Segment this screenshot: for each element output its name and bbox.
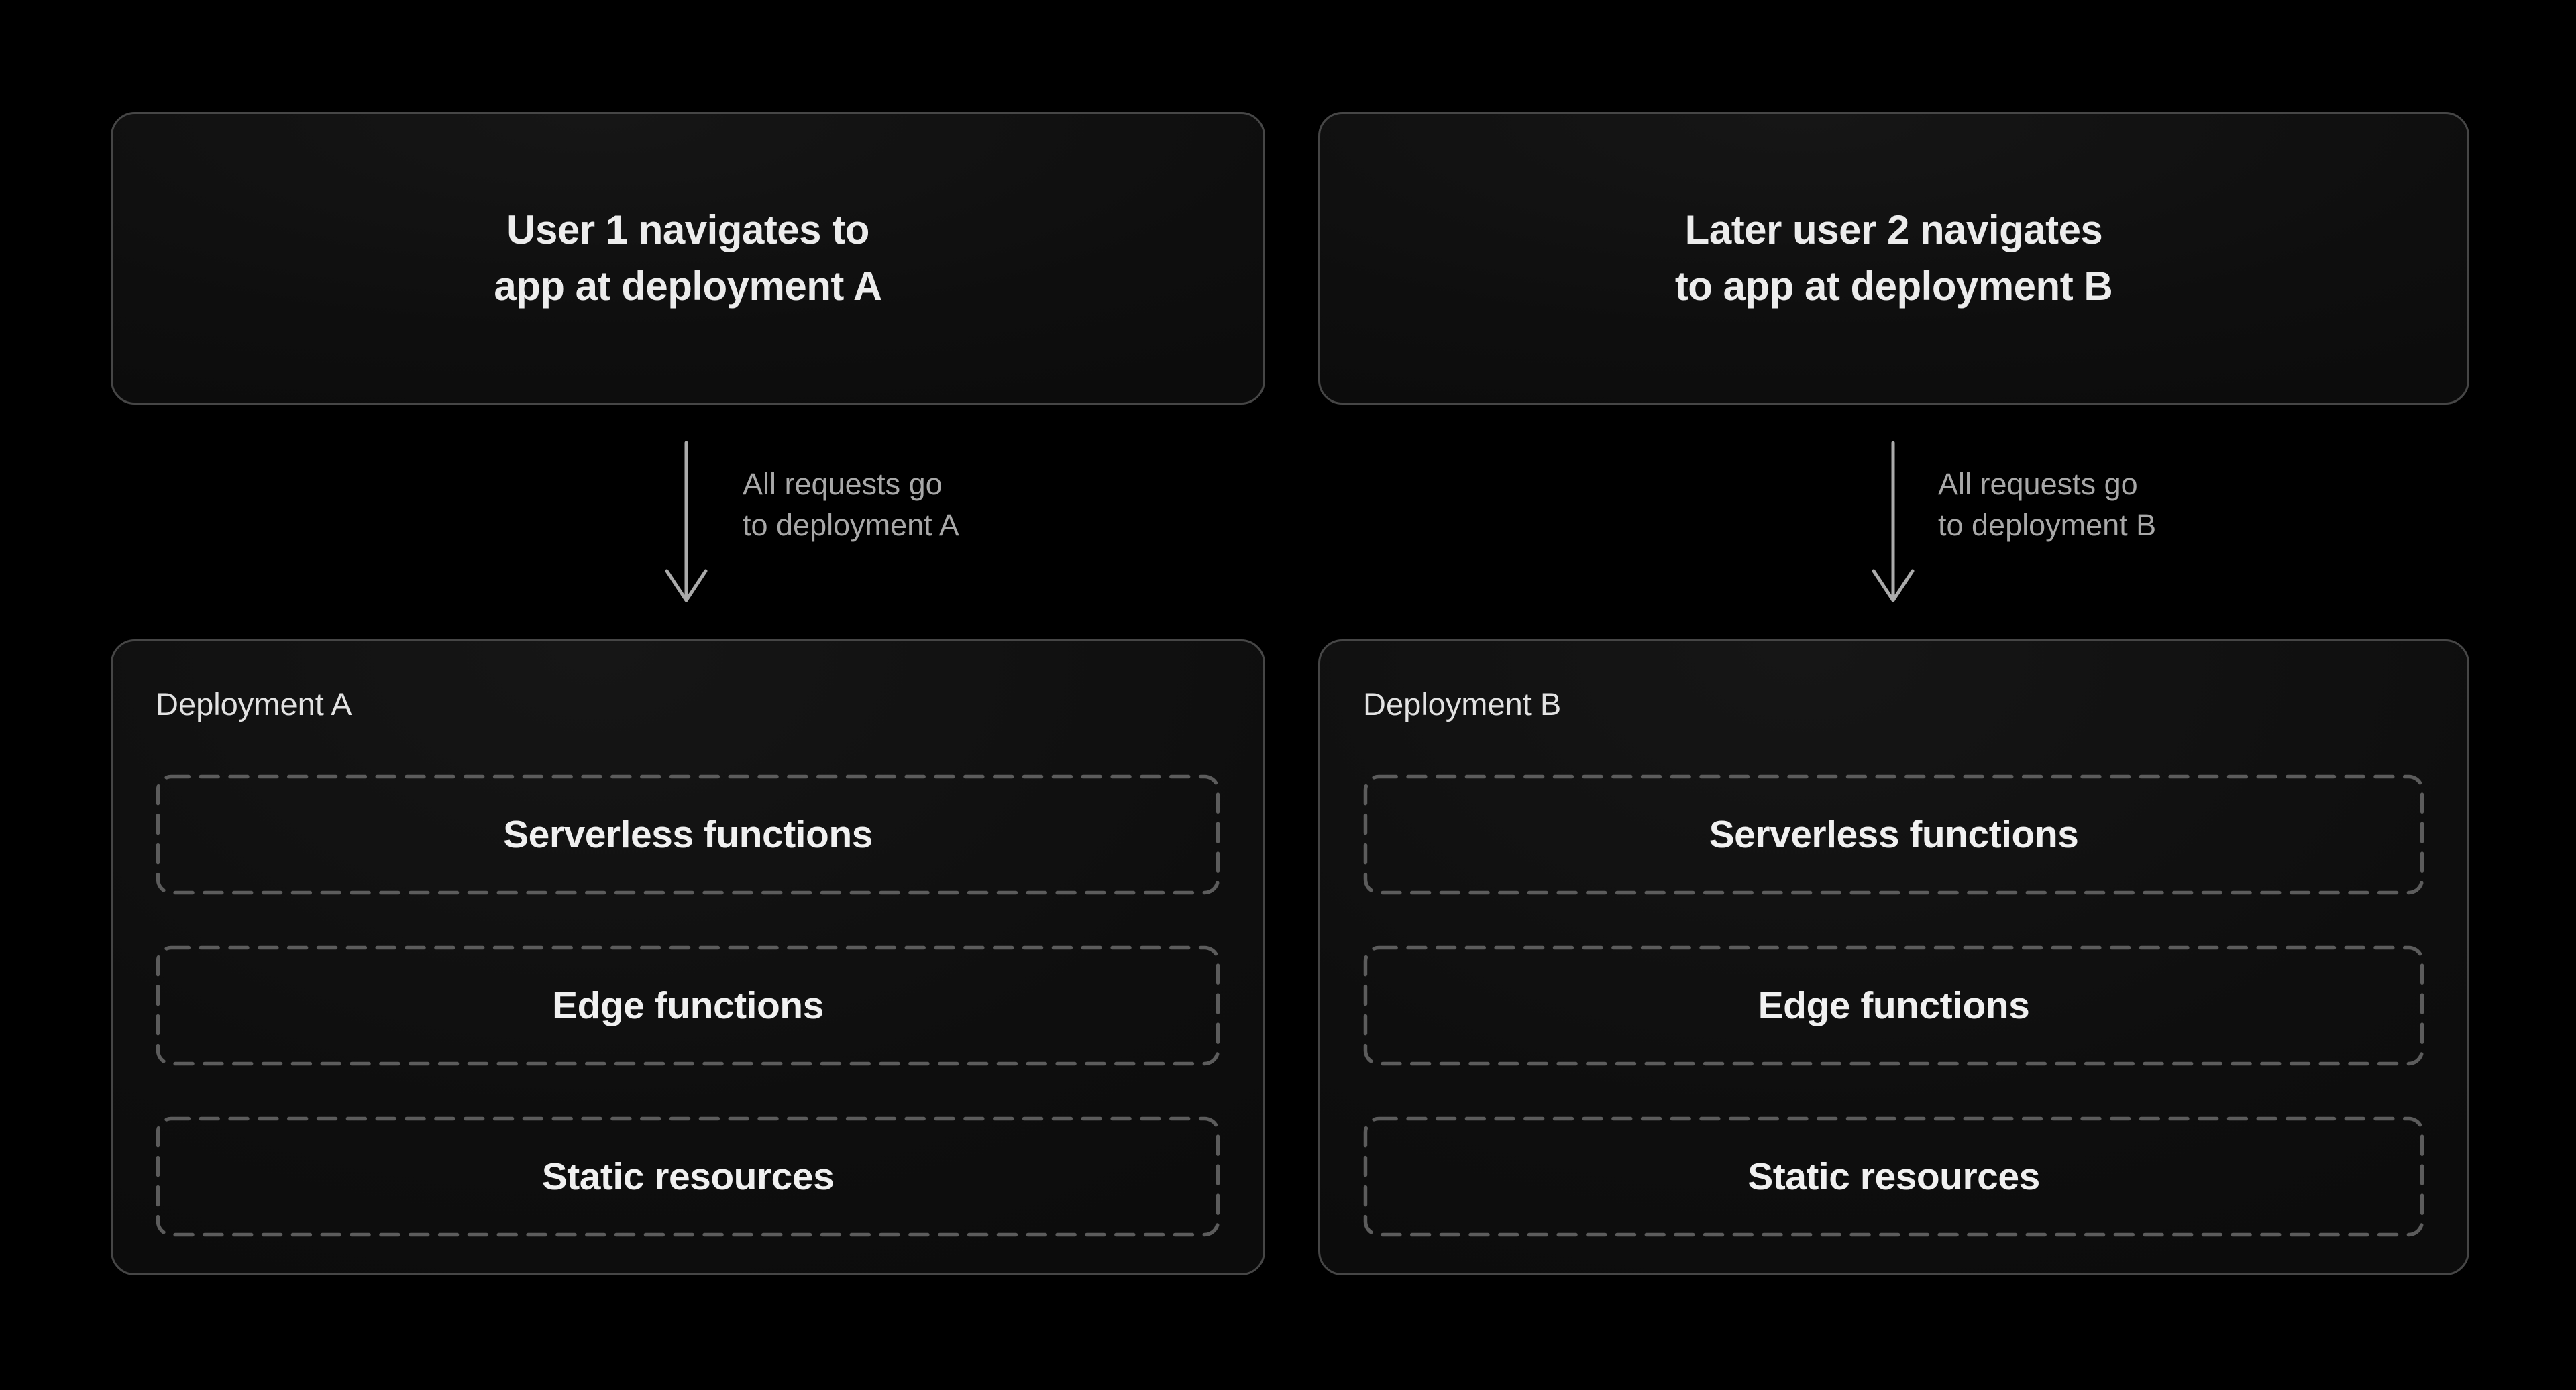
user-box-text: User 1 navigates to app at deployment A xyxy=(494,202,881,315)
user-box-line-2: app at deployment A xyxy=(494,264,881,309)
deployment-title: Deployment B xyxy=(1363,686,1561,723)
arrow-label-b: All requests go to deployment B xyxy=(1938,464,2156,545)
deployment-title: Deployment A xyxy=(156,686,352,723)
arrow-label-line-2: to deployment B xyxy=(1938,508,2156,542)
user-box-line-1: User 1 navigates to xyxy=(506,207,869,252)
layer-label: Serverless functions xyxy=(503,812,873,857)
arrow-label-line-2: to deployment A xyxy=(743,508,959,542)
user-navigation-box-a: User 1 navigates to app at deployment A xyxy=(111,112,1265,405)
layer-label: Edge functions xyxy=(1758,983,2030,1028)
arrow-label-line-1: All requests go xyxy=(1938,467,2138,501)
deployment-box-a: Deployment A Serverless functions Edge f… xyxy=(111,639,1265,1275)
down-arrow-icon xyxy=(663,441,710,606)
serverless-functions-layer: Serverless functions xyxy=(156,774,1220,895)
edge-functions-layer: Edge functions xyxy=(156,945,1220,1066)
layer-label: Edge functions xyxy=(552,983,824,1028)
layer-label: Serverless functions xyxy=(1709,812,2079,857)
arrow-label-a: All requests go to deployment A xyxy=(743,464,959,545)
static-resources-layer: Static resources xyxy=(156,1116,1220,1237)
static-resources-layer: Static resources xyxy=(1363,1116,2424,1237)
deployment-box-b: Deployment B Serverless functions Edge f… xyxy=(1318,639,2469,1275)
user-box-line-1: Later user 2 navigates xyxy=(1685,207,2103,252)
edge-functions-layer: Edge functions xyxy=(1363,945,2424,1066)
arrow-label-line-1: All requests go xyxy=(743,467,943,501)
serverless-functions-layer: Serverless functions xyxy=(1363,774,2424,895)
user-box-line-2: to app at deployment B xyxy=(1675,264,2112,309)
layer-label: Static resources xyxy=(1748,1155,2040,1199)
column-deployment-b: Later user 2 navigates to app at deploym… xyxy=(1318,112,2469,1275)
column-deployment-a: User 1 navigates to app at deployment A … xyxy=(111,112,1265,1275)
user-navigation-box-b: Later user 2 navigates to app at deploym… xyxy=(1318,112,2469,405)
deployment-diagram: User 1 navigates to app at deployment A … xyxy=(0,0,2576,1390)
user-box-text: Later user 2 navigates to app at deploym… xyxy=(1675,202,2112,315)
down-arrow-icon xyxy=(1870,441,1917,606)
layer-label: Static resources xyxy=(542,1155,835,1199)
